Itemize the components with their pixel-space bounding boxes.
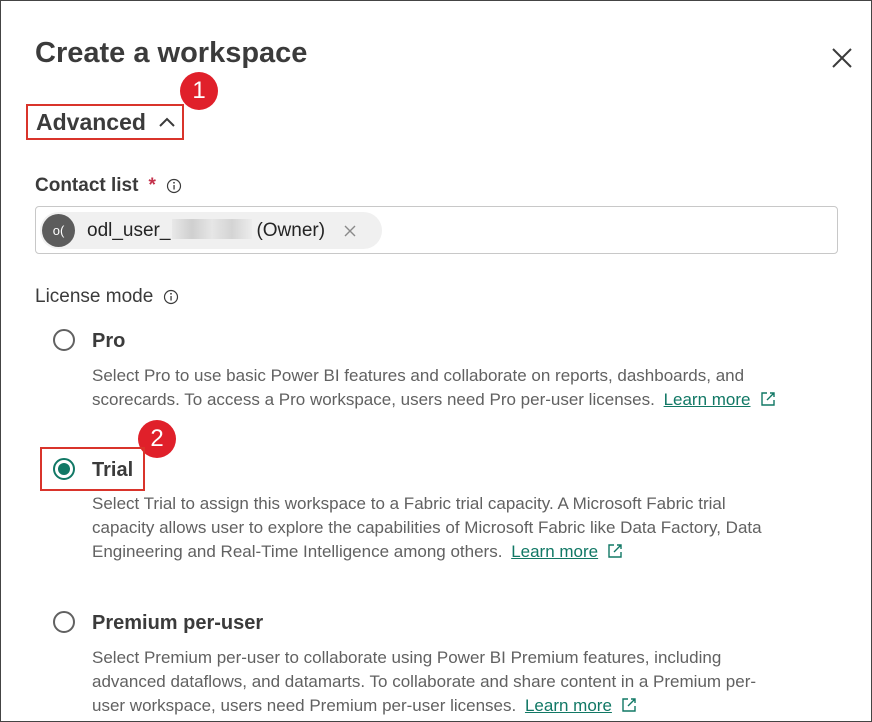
redacted-block	[172, 219, 253, 239]
external-link-icon[interactable]	[606, 542, 624, 560]
info-icon[interactable]	[166, 178, 182, 194]
info-icon[interactable]	[163, 289, 179, 305]
license-mode-label-text: License mode	[35, 286, 154, 307]
description-line: Select Premium per-user to collaborate u…	[92, 648, 722, 667]
contact-list-label-text: Contact list	[35, 175, 139, 196]
learn-more-link[interactable]: Learn more	[664, 390, 751, 409]
contact-chip-name: odl_user_	[87, 220, 171, 241]
contact-chip-label: odl_user_ (Owner)	[87, 219, 325, 242]
radio-premium-per-user[interactable]	[53, 611, 75, 633]
contact-chip-role: (Owner)	[256, 220, 326, 241]
license-mode-label: License mode	[35, 286, 179, 308]
advanced-toggle[interactable]: Advanced	[26, 104, 184, 140]
chevron-up-icon	[159, 117, 175, 127]
description-line: advanced dataflows, and datamarts. To co…	[92, 672, 757, 691]
option-description-pro: Select Pro to use basic Power BI feature…	[92, 364, 777, 412]
external-link-icon[interactable]	[759, 390, 777, 408]
learn-more-link[interactable]: Learn more	[525, 696, 612, 715]
remove-contact-icon[interactable]	[343, 224, 357, 238]
description-line: Engineering and Real-Time Intelligence a…	[92, 542, 503, 561]
radio-pro[interactable]	[53, 329, 75, 351]
learn-more-link[interactable]: Learn more	[511, 542, 598, 561]
option-description-premium-per-user: Select Premium per-user to collaborate u…	[92, 646, 756, 718]
option-title-premium-per-user[interactable]: Premium per-user	[92, 612, 263, 635]
radio-trial[interactable]	[53, 458, 75, 480]
description-line: user workspace, users need Premium per-u…	[92, 696, 517, 715]
description-line: Select Trial to assign this workspace to…	[92, 494, 726, 513]
description-line: Select Pro to use basic Power BI feature…	[92, 366, 745, 385]
description-line: scorecards. To access a Pro workspace, u…	[92, 390, 655, 409]
option-description-trial: Select Trial to assign this workspace to…	[92, 492, 762, 564]
callout-badge-1: 1	[180, 72, 218, 110]
close-icon[interactable]	[829, 45, 855, 71]
advanced-label: Advanced	[36, 108, 146, 135]
create-workspace-dialog: Create a workspace Advanced 1 Contact li…	[0, 0, 872, 722]
description-line: capacity allows user to explore the capa…	[92, 518, 762, 537]
avatar: o(	[42, 214, 75, 247]
dialog-title: Create a workspace	[35, 37, 308, 69]
option-title-trial[interactable]: Trial	[92, 459, 133, 482]
contact-chip: o( odl_user_ (Owner)	[40, 212, 382, 249]
contact-list-input[interactable]: o( odl_user_ (Owner)	[35, 206, 838, 254]
external-link-icon[interactable]	[620, 696, 638, 714]
required-asterisk: *	[148, 175, 156, 196]
option-title-pro[interactable]: Pro	[92, 330, 125, 353]
contact-list-label: Contact list *	[35, 175, 182, 197]
